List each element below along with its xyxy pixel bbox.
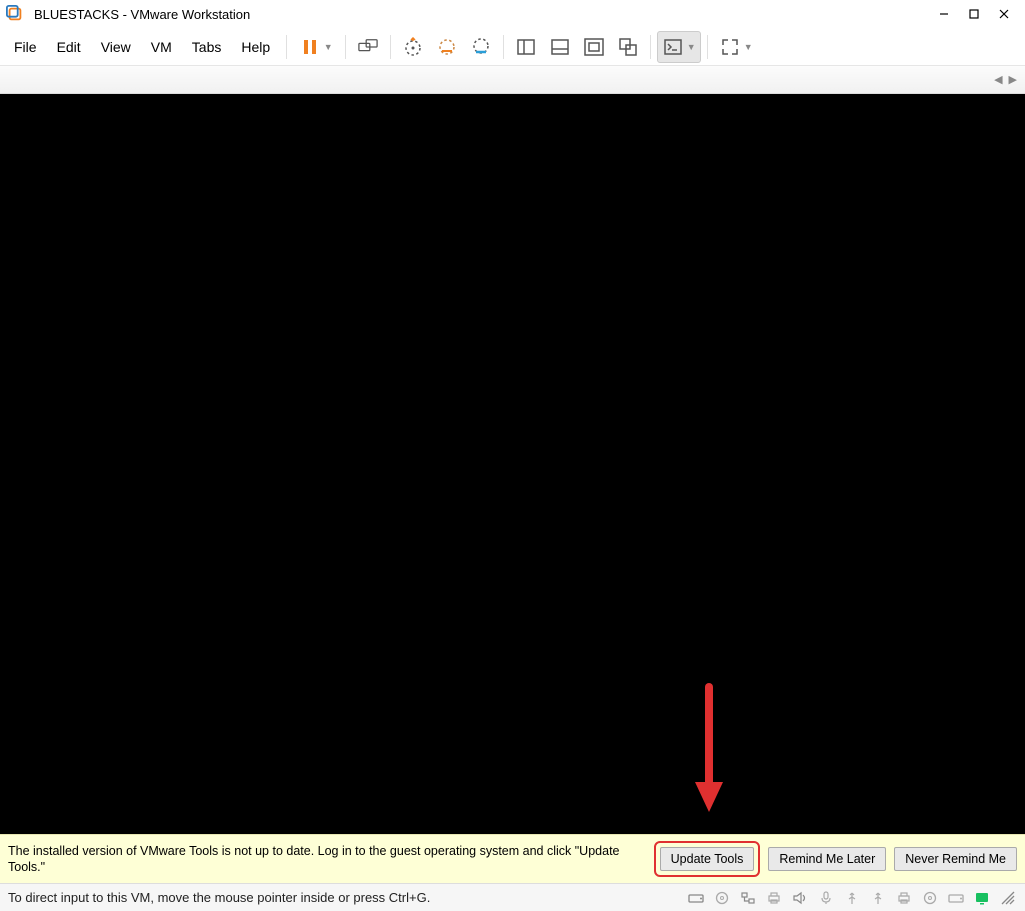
layout-sidebar-button[interactable]	[510, 31, 542, 63]
status-hint: To direct input to this VM, move the mou…	[8, 890, 687, 905]
harddisk-icon[interactable]	[687, 890, 705, 906]
snapshot-revert-icon	[437, 37, 457, 57]
separator	[650, 35, 651, 59]
remind-later-button[interactable]: Remind Me Later	[768, 847, 886, 871]
layout-bottom-icon	[550, 37, 570, 57]
titlebar: BLUESTACKS - VMware Workstation	[0, 0, 1025, 28]
menu-tabs[interactable]: Tabs	[182, 35, 232, 59]
menu-file[interactable]: File	[4, 35, 47, 59]
fullscreen-button[interactable]: ▼	[714, 31, 758, 63]
send-ctrlaltdel-button[interactable]	[352, 31, 384, 63]
layout-sidebar-icon	[516, 37, 536, 57]
resize-grip-icon[interactable]	[999, 890, 1017, 906]
layout-multi-button[interactable]	[612, 31, 644, 63]
layout-fit-button[interactable]	[578, 31, 610, 63]
microphone-icon[interactable]	[817, 890, 835, 906]
maximize-button[interactable]	[959, 3, 989, 25]
printer-icon[interactable]	[895, 890, 913, 906]
send-keys-icon	[358, 37, 378, 57]
harddisk-icon[interactable]	[947, 890, 965, 906]
tab-next-button[interactable]: ▶	[1009, 73, 1017, 86]
chevron-down-icon: ▼	[324, 42, 333, 52]
printer-icon[interactable]	[765, 890, 783, 906]
pause-icon	[300, 37, 320, 57]
separator	[503, 35, 504, 59]
snapshot-manager-button[interactable]	[465, 31, 497, 63]
tab-strip: ◀ ▶	[0, 66, 1025, 94]
separator	[390, 35, 391, 59]
separator	[707, 35, 708, 59]
network-icon[interactable]	[739, 890, 757, 906]
suspend-button[interactable]: ▼	[293, 31, 339, 63]
device-tray	[687, 890, 1017, 906]
usb-icon[interactable]	[843, 890, 861, 906]
console-icon	[663, 37, 683, 57]
annotation-highlight: Update Tools	[654, 841, 761, 877]
menubar: File Edit View VM Tabs Help ▼	[0, 28, 1025, 66]
app-icon	[6, 5, 24, 23]
display-connected-icon[interactable]	[973, 890, 991, 906]
chevron-down-icon: ▼	[744, 42, 753, 52]
layout-fit-icon	[584, 37, 604, 57]
window-controls	[929, 3, 1019, 25]
minimize-button[interactable]	[929, 3, 959, 25]
status-bar: To direct input to this VM, move the mou…	[0, 883, 1025, 911]
snapshot-take-button[interactable]	[397, 31, 429, 63]
annotation-arrow-icon	[689, 682, 729, 822]
fullscreen-icon	[720, 37, 740, 57]
menu-view[interactable]: View	[91, 35, 141, 59]
sound-icon[interactable]	[791, 890, 809, 906]
console-view-button[interactable]: ▼	[657, 31, 701, 63]
chevron-down-icon: ▼	[687, 42, 696, 52]
cd-icon[interactable]	[921, 890, 939, 906]
snapshot-take-icon	[403, 37, 423, 57]
layout-bottom-button[interactable]	[544, 31, 576, 63]
snapshot-revert-button[interactable]	[431, 31, 463, 63]
info-message: The installed version of VMware Tools is…	[8, 843, 646, 876]
menu-edit[interactable]: Edit	[47, 35, 91, 59]
vm-console-viewport[interactable]	[0, 94, 1025, 834]
menu-help[interactable]: Help	[231, 35, 280, 59]
never-remind-button[interactable]: Never Remind Me	[894, 847, 1017, 871]
close-button[interactable]	[989, 3, 1019, 25]
usb-icon[interactable]	[869, 890, 887, 906]
cd-icon[interactable]	[713, 890, 731, 906]
tab-prev-button[interactable]: ◀	[994, 73, 1002, 86]
snapshot-manage-icon	[471, 37, 491, 57]
vmware-tools-info-bar: The installed version of VMware Tools is…	[0, 834, 1025, 883]
separator	[345, 35, 346, 59]
layout-multi-icon	[618, 37, 638, 57]
window-title: BLUESTACKS - VMware Workstation	[34, 7, 929, 22]
menu-vm[interactable]: VM	[141, 35, 182, 59]
separator	[286, 35, 287, 59]
update-tools-button[interactable]: Update Tools	[660, 847, 755, 871]
